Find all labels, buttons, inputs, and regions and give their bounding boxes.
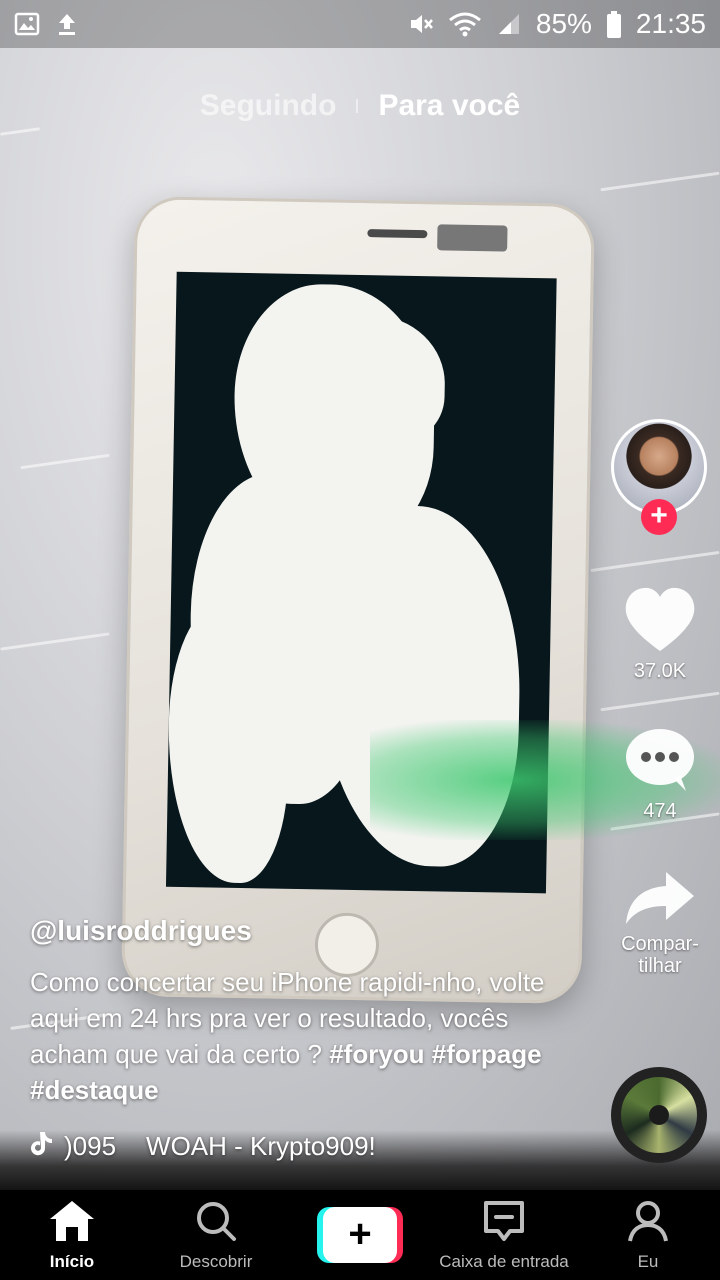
music-scroll-text: )095 (64, 1131, 117, 1161)
nav-discover[interactable]: Descobrir (144, 1199, 288, 1272)
tab-for-you[interactable]: Para você (378, 89, 520, 123)
tab-divider (356, 99, 359, 113)
status-bar: 85% 21:35 (0, 0, 720, 48)
heart-icon (610, 585, 710, 660)
nav-inbox[interactable]: Caixa de entrada (432, 1199, 576, 1272)
share-button[interactable]: Compar- tilhar (610, 868, 710, 977)
like-count: 37.0K (633, 660, 687, 682)
follow-button[interactable]: + (641, 499, 677, 535)
signal-icon (496, 11, 522, 37)
music-note-icon (30, 1130, 54, 1163)
nav-home[interactable]: Início (0, 1199, 144, 1272)
creator-username[interactable]: @luisroddrigues (30, 915, 252, 947)
nav-profile-label: Eu (637, 1251, 659, 1271)
broken-phone-image (121, 196, 595, 1004)
bottom-navigation: Início Descobrir + Caixa de entrada Eu (0, 1190, 720, 1280)
inbox-icon (482, 1199, 526, 1248)
like-button[interactable]: 37.0K (610, 585, 710, 682)
feed-tabs: Seguindo Para você (0, 84, 720, 128)
wifi-icon (448, 11, 482, 37)
plus-icon: + (323, 1207, 397, 1263)
nav-create[interactable]: + (288, 1207, 432, 1263)
share-label: Compar- tilhar (621, 933, 699, 977)
image-icon (14, 11, 40, 37)
comment-button[interactable]: 474 (610, 725, 710, 822)
nav-inbox-label: Caixa de entrada (439, 1251, 569, 1271)
nav-discover-label: Descobrir (179, 1251, 253, 1271)
mute-icon (408, 11, 434, 37)
clock: 21:35 (635, 8, 706, 39)
battery-icon (606, 11, 622, 38)
create-button[interactable]: + (317, 1207, 403, 1263)
search-icon (194, 1199, 238, 1248)
nav-profile[interactable]: Eu (576, 1199, 720, 1272)
profile-icon (626, 1199, 670, 1248)
comment-icon (610, 725, 710, 800)
music-title: WOAH - Krypto909! (146, 1131, 376, 1161)
music-disc-icon[interactable] (611, 1067, 707, 1163)
share-arrow-icon (610, 868, 710, 933)
creator-avatar-group: + (611, 419, 707, 535)
music-info[interactable]: )095 WOAH - Krypto909! (30, 1130, 376, 1163)
upload-icon (54, 11, 80, 37)
comment-count: 474 (643, 800, 677, 822)
home-icon (48, 1199, 96, 1248)
video-caption: Como concertar seu iPhone rapidi-nho, vo… (30, 964, 550, 1108)
tab-following[interactable]: Seguindo (200, 89, 337, 123)
battery-percentage: 85% (535, 8, 592, 39)
nav-home-label: Início (49, 1251, 95, 1271)
